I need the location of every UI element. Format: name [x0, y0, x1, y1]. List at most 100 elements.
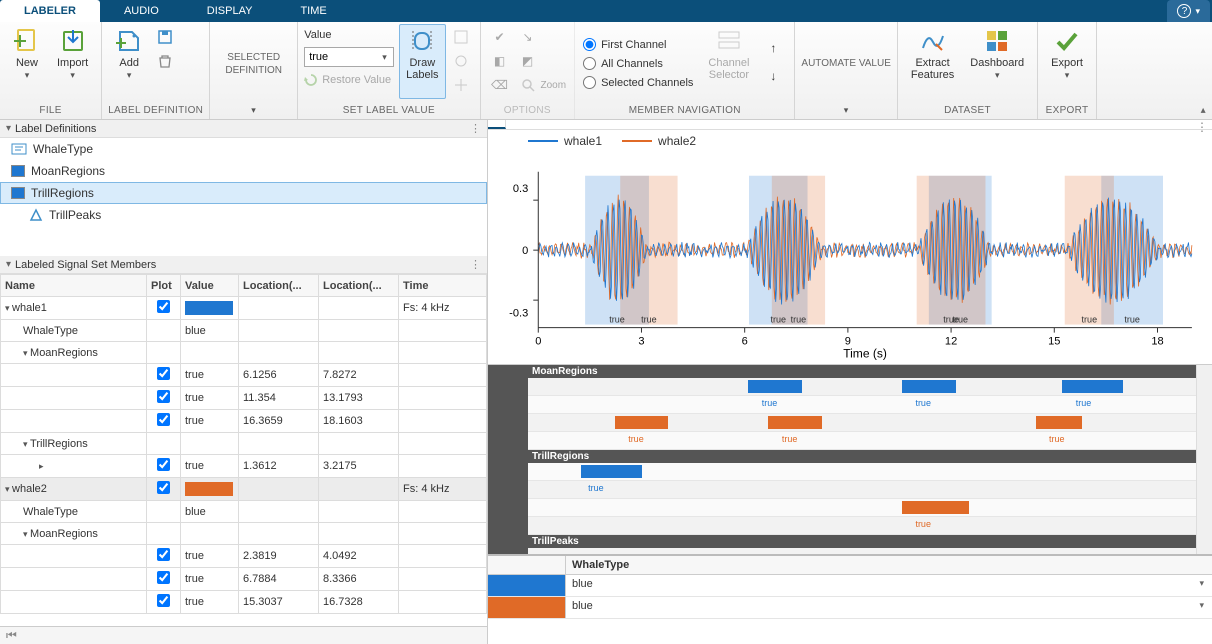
zoom-button[interactable] [517, 74, 539, 96]
svg-text:true: true [943, 315, 959, 325]
selected-def-label: SELECTED DEFINITION [225, 51, 282, 77]
label-value-input[interactable] [304, 47, 394, 67]
region-viewer[interactable]: MoanRegions truetruetrue truetruetrue Tr… [488, 364, 1212, 554]
ribbon-group-export: Export▾ EXPORT [1038, 22, 1097, 119]
options-tool-3[interactable]: ⌫ [489, 74, 511, 96]
right-panel: ⋮ whale1 whale2 truetruetruetruetruetrue… [488, 120, 1212, 644]
plot-checkbox[interactable] [157, 594, 170, 607]
plot-checkbox[interactable] [157, 300, 170, 313]
group-label-setlabel: SET LABEL VALUE [304, 103, 473, 119]
table-row[interactable]: WhaleTypeblue [1, 501, 487, 523]
import-button[interactable]: Import▾ [50, 24, 95, 99]
plot-checkbox[interactable] [157, 390, 170, 403]
collapse-left-icon[interactable]: ⏮ [6, 628, 17, 643]
labeldef-trillpeaks[interactable]: TrillPeaks [0, 204, 487, 226]
svg-text:true: true [791, 315, 807, 325]
import-icon [60, 28, 86, 54]
plot-checkbox[interactable] [157, 548, 170, 561]
svg-text:6: 6 [742, 336, 748, 348]
signal-plot[interactable]: whale1 whale2 truetruetruetruetruetruetr… [488, 130, 1212, 364]
labeldef-moanregions[interactable]: MoanRegions [0, 160, 487, 182]
nav-selected-channels[interactable]: Selected Channels [583, 76, 693, 89]
col-locmax[interactable]: Location(... [319, 275, 399, 297]
svg-text:18: 18 [1151, 336, 1163, 348]
plot-checkbox[interactable] [157, 367, 170, 380]
table-row[interactable]: ▾ TrillRegions [1, 433, 487, 455]
new-button[interactable]: New▾ [6, 24, 48, 99]
swatch-icon [11, 187, 25, 199]
nav-down-button[interactable]: ↓ [762, 65, 784, 87]
plot-checkbox[interactable] [157, 413, 170, 426]
table-row[interactable]: true6.12567.8272 [1, 364, 487, 387]
group-label-export: EXPORT [1044, 103, 1090, 119]
plot-checkbox[interactable] [157, 481, 170, 494]
label-tool-2[interactable] [450, 50, 472, 72]
table-row[interactable]: ▾ whale2Fs: 4 kHz [1, 478, 487, 501]
nav-first-channel[interactable]: First Channel [583, 38, 693, 51]
table-row[interactable]: true16.365918.1603 [1, 410, 487, 433]
save-labeldef-button[interactable] [154, 26, 176, 48]
labeldef-whaletype[interactable]: WhaleType [0, 138, 487, 160]
table-row[interactable]: ▸true1.36123.2175 [1, 455, 487, 478]
whaletype-row[interactable]: blue [488, 575, 1212, 597]
draw-labels-button[interactable]: Draw Labels [399, 24, 445, 99]
restore-value-button[interactable]: Restore Value [322, 74, 391, 86]
delete-labeldef-button[interactable] [154, 50, 176, 72]
swatch-icon [11, 165, 25, 177]
col-value[interactable]: Value [181, 275, 239, 297]
plot-checkbox[interactable] [157, 571, 170, 584]
table-row[interactable]: true2.38194.0492 [1, 545, 487, 568]
group-label-options: OPTIONS [487, 103, 569, 119]
whaletype-row[interactable]: blue [488, 597, 1212, 619]
tab-audio[interactable]: AUDIO [100, 0, 183, 22]
options-tool-2[interactable]: ◧ [489, 50, 511, 72]
col-locmin[interactable]: Location(... [239, 275, 319, 297]
tab-time[interactable]: TIME [276, 0, 350, 22]
export-button[interactable]: Export▾ [1044, 24, 1090, 99]
labeled-members-header[interactable]: ▾Labeled Signal Set Members⋮ [0, 256, 487, 274]
add-labeldef-button[interactable]: Add▾ [108, 24, 150, 99]
svg-text:true: true [770, 315, 786, 325]
label-tool-1[interactable] [450, 26, 472, 48]
table-row[interactable]: ▾ MoanRegions [1, 342, 487, 364]
waveform-svg: truetruetruetruetruetruetruetrue03691215… [488, 130, 1212, 364]
status-bar: ⏮ [0, 626, 487, 644]
export-check-icon [1054, 28, 1080, 54]
dashboard-button[interactable]: Dashboard▾ [963, 24, 1031, 99]
trash-icon [157, 53, 173, 69]
options-tool-1[interactable]: ✔ [489, 26, 511, 48]
channel-selector-button[interactable]: Channel Selector [701, 24, 756, 99]
tab-display[interactable]: DISPLAY [183, 0, 277, 22]
plot-legend: whale1 whale2 [528, 134, 696, 148]
table-row[interactable]: ▾ whale1Fs: 4 kHz [1, 297, 487, 320]
nav-all-channels[interactable]: All Channels [583, 57, 693, 70]
table-row[interactable]: WhaleTypeblue [1, 320, 487, 342]
table-row[interactable]: ▾ MoanRegions [1, 523, 487, 545]
plot-checkbox[interactable] [157, 458, 170, 471]
options-tool-5[interactable]: ◩ [517, 50, 539, 72]
col-plot[interactable]: Plot [147, 275, 181, 297]
extract-features-button[interactable]: Extract Features [904, 24, 961, 99]
region-hdr-peaks: TrillPeaks [528, 535, 1196, 548]
members-table[interactable]: Name Plot Value Location(... Location(..… [0, 274, 487, 626]
svg-text:3: 3 [638, 336, 644, 348]
region-scrollbar[interactable] [1196, 365, 1212, 554]
value-label: Value [304, 29, 331, 41]
options-tool-4[interactable]: ↘ [517, 26, 539, 48]
table-row[interactable]: true11.35413.1793 [1, 387, 487, 410]
help-button[interactable]: ? ▾ [1167, 0, 1210, 22]
ribbon-toolbar: New▾ Import▾ FILE Add▾ LABEL DEFINITION … [0, 22, 1212, 120]
ribbon-group-dataset: Extract Features Dashboard▾ DATASET [898, 22, 1038, 119]
nav-up-button[interactable]: ↑ [762, 37, 784, 59]
label-definitions-header[interactable]: ▾Label Definitions⋮ [0, 120, 487, 138]
col-name[interactable]: Name [1, 275, 147, 297]
svg-text:-0.3: -0.3 [509, 308, 528, 320]
label-tool-3[interactable] [450, 74, 472, 96]
table-row[interactable]: true6.78848.3366 [1, 568, 487, 591]
table-row[interactable]: true15.303716.7328 [1, 591, 487, 614]
col-time[interactable]: Time [399, 275, 487, 297]
group-label-nav: MEMBER NAVIGATION [581, 103, 788, 119]
labeldef-trillregions[interactable]: TrillRegions [0, 182, 487, 204]
save-icon [157, 29, 173, 45]
tab-labeler[interactable]: LABELER [0, 0, 100, 22]
